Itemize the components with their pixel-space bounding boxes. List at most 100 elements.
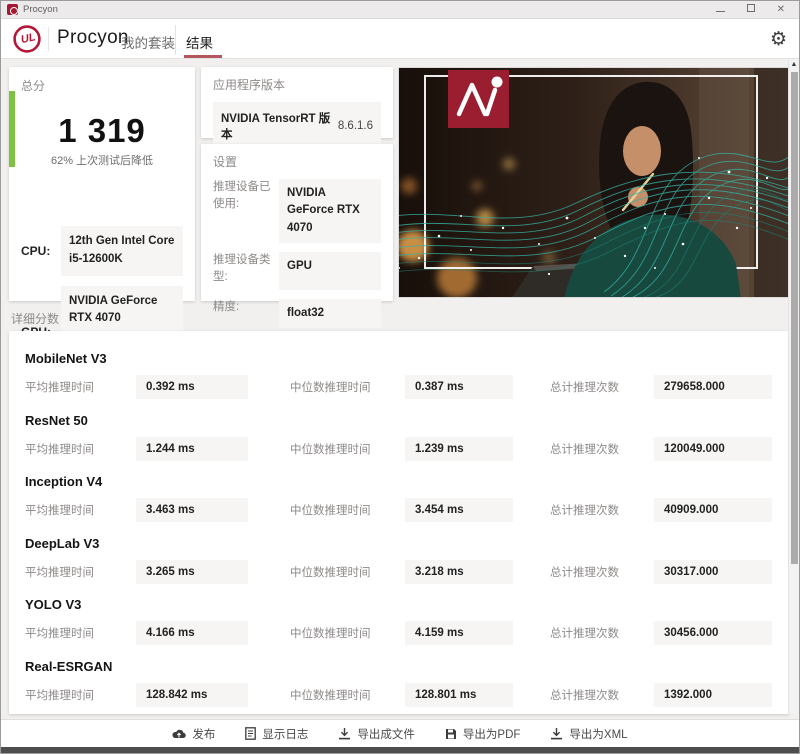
avg-time-label: 平均推理时间 (25, 379, 136, 395)
svg-text:UL: UL (20, 31, 37, 46)
median-time-value: 1.239 ms (405, 437, 513, 461)
avg-time-label: 平均推理时间 (25, 502, 136, 518)
total-count-label: 总计推理次数 (550, 564, 654, 580)
median-time-label: 中位数推理时间 (290, 502, 405, 518)
precision-label: 精度: (213, 299, 279, 328)
precision-value: float32 (279, 299, 381, 328)
model-name: ResNet 50 (25, 407, 773, 428)
model-result-block: YOLO V3 平均推理时间 4.166 ms 中位数推理时间 4.159 ms… (9, 589, 789, 651)
avg-time-value: 0.392 ms (136, 375, 248, 399)
model-result-block: DeepLab V3 平均推理时间 3.265 ms 中位数推理时间 3.218… (9, 528, 789, 590)
export-xml-button[interactable]: 导出为XML (550, 726, 627, 742)
score-grade-bar (9, 91, 15, 167)
settings-row-precision: 精度: float32 (213, 299, 381, 328)
download-icon (338, 727, 351, 740)
publish-button[interactable]: 发布 (172, 726, 215, 742)
app-version-heading: 应用程序版本 (213, 76, 381, 93)
score-value: 1 319 (21, 112, 183, 150)
avg-time-value: 128.842 ms (136, 683, 248, 707)
footer-toolbar: 发布 显示日志 导出成文件 导出为PDF 导出为XML (1, 719, 799, 747)
ai-logo-icon (448, 70, 509, 128)
inference-device-value: NVIDIA GeForce RTX 4070 (279, 179, 381, 243)
tab-results[interactable]: 结果 (186, 32, 213, 52)
tab-my-suites[interactable]: 我的套装 (121, 32, 175, 52)
brand-separator (48, 27, 49, 51)
app-icon (7, 4, 18, 15)
score-heading: 总分 (21, 77, 183, 94)
gpu-line1: NVIDIA GeForce RTX 4070 (69, 293, 175, 329)
log-file-icon (245, 727, 256, 740)
brand-title: Procyon (57, 27, 129, 49)
show-log-button[interactable]: 显示日志 (245, 726, 308, 742)
window-bottom-edge (1, 747, 799, 754)
total-count-label: 总计推理次数 (550, 625, 654, 641)
detail-heading: 详细分数 (11, 310, 59, 327)
model-result-block: Inception V4 平均推理时间 3.463 ms 中位数推理时间 3.4… (9, 466, 789, 528)
total-count-value: 279658.000 (654, 375, 772, 399)
export-file-button[interactable]: 导出成文件 (338, 726, 415, 742)
cpu-value: 12th Gen Intel Core i5-12600K (61, 226, 183, 276)
app-version-row: NVIDIA TensorRT 版本 8.6.1.6 (213, 102, 381, 150)
total-count-label: 总计推理次数 (550, 441, 654, 457)
avg-time-value: 1.244 ms (136, 437, 248, 461)
detail-panel: MobileNet V3 平均推理时间 0.392 ms 中位数推理时间 0.3… (9, 331, 789, 714)
settings-gear-icon[interactable]: ⚙ (770, 27, 787, 51)
settings-heading: 设置 (213, 153, 381, 170)
app-version-panel: 应用程序版本 NVIDIA TensorRT 版本 8.6.1.6 (201, 67, 393, 138)
avg-time-label: 平均推理时间 (25, 687, 136, 703)
total-count-label: 总计推理次数 (550, 687, 654, 703)
cpu-row: CPU: 12th Gen Intel Core i5-12600K (21, 226, 183, 276)
hero-image (398, 67, 789, 298)
avg-time-value: 3.463 ms (136, 498, 248, 522)
avg-time-value: 3.265 ms (136, 560, 248, 584)
device-type-value: GPU (279, 252, 381, 290)
median-time-label: 中位数推理时间 (290, 441, 405, 457)
settings-row-device: 推理设备已使用: NVIDIA GeForce RTX 4070 (213, 179, 381, 243)
total-count-value: 120049.000 (654, 437, 772, 461)
close-button[interactable]: ✕ (777, 5, 785, 15)
median-time-value: 4.159 ms (405, 621, 513, 645)
avg-time-label: 平均推理时间 (25, 564, 136, 580)
median-time-label: 中位数推理时间 (290, 625, 405, 641)
save-icon (445, 728, 457, 740)
median-time-value: 128.801 ms (405, 683, 513, 707)
total-count-label: 总计推理次数 (550, 502, 654, 518)
active-tab-underline (184, 55, 222, 58)
model-name: YOLO V3 (25, 591, 773, 612)
total-count-value: 30456.000 (654, 621, 772, 645)
median-time-label: 中位数推理时间 (290, 379, 405, 395)
settings-row-device-type: 推理设备类型: GPU (213, 252, 381, 290)
app-version-value: 8.6.1.6 (338, 120, 373, 132)
model-name: Real-ESRGAN (25, 653, 773, 674)
ul-logo-icon: UL (13, 25, 41, 53)
app-version-name: NVIDIA TensorRT 版本 (221, 110, 338, 142)
median-time-value: 3.218 ms (405, 560, 513, 584)
export-pdf-button[interactable]: 导出为PDF (445, 726, 521, 742)
model-result-block: ResNet 50 平均推理时间 1.244 ms 中位数推理时间 1.239 … (9, 405, 789, 467)
maximize-button[interactable] (747, 4, 755, 15)
header: UL Procyon 我的套装 结果 ⚙ (1, 19, 799, 59)
scrollbar[interactable]: ▲ (788, 59, 798, 714)
scrollbar-thumb[interactable] (791, 72, 798, 564)
procyon-window: Procyon ✕ UL Procyon 我的套装 结果 ⚙ 总分 1 319 … (0, 0, 800, 754)
model-name: MobileNet V3 (25, 345, 773, 366)
avg-time-value: 4.166 ms (136, 621, 248, 645)
avg-time-label: 平均推理时间 (25, 625, 136, 641)
model-name: Inception V4 (25, 468, 773, 489)
total-count-label: 总计推理次数 (550, 379, 654, 395)
median-time-label: 中位数推理时间 (290, 687, 405, 703)
model-name: DeepLab V3 (25, 530, 773, 551)
total-count-value: 1392.000 (654, 683, 772, 707)
minimize-button[interactable] (716, 5, 725, 15)
median-time-label: 中位数推理时间 (290, 564, 405, 580)
total-count-value: 40909.000 (654, 498, 772, 522)
cpu-label: CPU: (21, 244, 61, 258)
download-icon (550, 727, 563, 740)
titlebar: Procyon ✕ (1, 1, 799, 19)
scrollbar-up-button[interactable]: ▲ (790, 61, 798, 69)
avg-time-label: 平均推理时间 (25, 441, 136, 457)
model-result-block: MobileNet V3 平均推理时间 0.392 ms 中位数推理时间 0.3… (9, 343, 789, 405)
tab-separator (175, 25, 176, 55)
settings-panel: 设置 推理设备已使用: NVIDIA GeForce RTX 4070 推理设备… (201, 144, 393, 301)
score-delta: 62% 上次测试后降低 (21, 152, 183, 168)
